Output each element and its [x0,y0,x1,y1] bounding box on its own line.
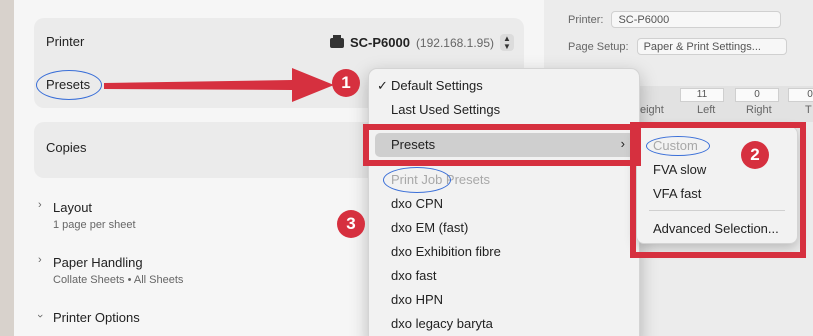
annotation-badge-2: 2 [741,141,769,169]
annotation-badge-1: 1 [332,69,360,97]
annotation-badge-3: 3 [337,210,365,238]
annotation-arrow [104,68,334,102]
